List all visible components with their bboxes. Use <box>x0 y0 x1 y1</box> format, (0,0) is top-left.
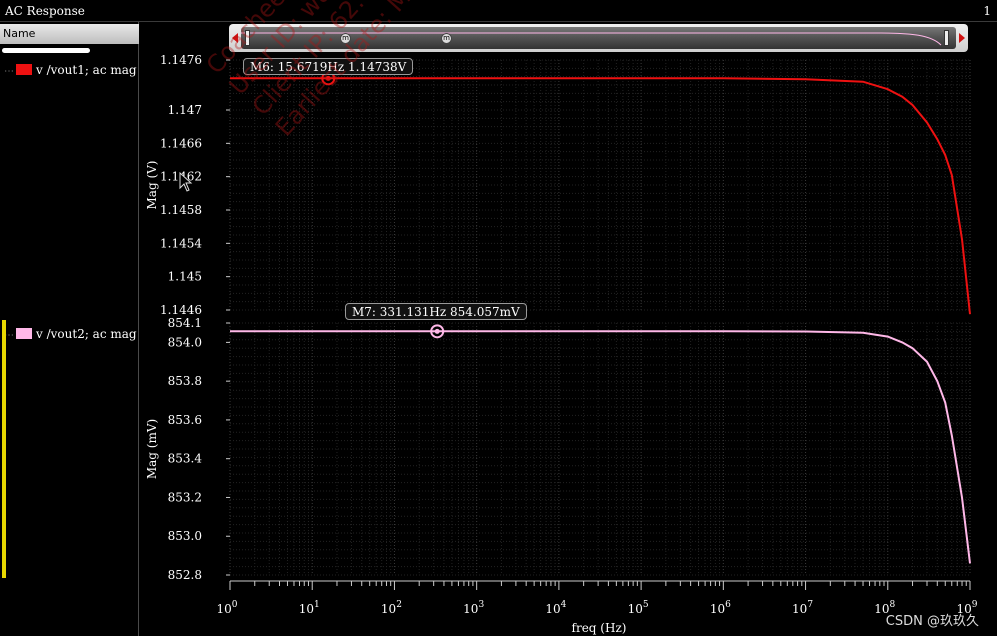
series-line <box>230 77 971 315</box>
y-tick-label: 853.6 <box>168 413 202 427</box>
series-line <box>230 330 971 564</box>
y-tick-label: 1.1466 <box>160 136 202 150</box>
y-tick-label: 853.8 <box>168 374 202 388</box>
y-tick-label: 852.8 <box>168 568 202 582</box>
y-tick-label: 1.1458 <box>160 203 202 217</box>
y-tick-label: 1.1446 <box>160 303 202 317</box>
marker-m7-dot <box>434 328 440 334</box>
marker-m6-dot <box>325 75 331 81</box>
y-tick-label: 854.0 <box>168 335 202 349</box>
x-tick-label: 101 <box>299 600 320 616</box>
x-tick-label: 105 <box>628 600 649 616</box>
marker-label-m7[interactable]: M7: 331.131Hz 854.057mV <box>345 303 527 320</box>
x-axis: 100 101 102 103 104 105 106 107 108 109freq (Hz) <box>216 580 978 635</box>
marker-label-m6[interactable]: M6: 15.6719Hz 1.14738V <box>243 58 414 75</box>
y-tick-label: 1.147 <box>168 103 202 117</box>
y-tick-label: 853.4 <box>168 452 203 466</box>
grid <box>229 322 971 576</box>
x-tick-label: 106 <box>710 600 731 616</box>
y-axis-label: Mag (mV) <box>145 419 159 479</box>
x-tick-label: 103 <box>463 600 484 616</box>
x-tick-label: 100 <box>216 600 237 616</box>
x-tick-label: 107 <box>792 600 813 616</box>
x-axis-label: freq (Hz) <box>572 621 627 635</box>
y-tick-label: 1.1454 <box>160 236 202 250</box>
csdn-watermark: CSDN @玖玖久 <box>885 614 979 629</box>
y-tick-label: 854.1 <box>168 316 202 330</box>
x-tick-label: 102 <box>381 600 402 616</box>
y-tick-label: 853.0 <box>168 529 202 543</box>
y-tick-label: 1.145 <box>168 270 202 284</box>
grid <box>229 59 971 311</box>
y-axis-label: Mag (V) <box>145 161 159 210</box>
chart-panel-1: 1.14761.1471.14661.14621.14581.14541.145… <box>145 53 971 317</box>
y-tick-label: 1.1476 <box>160 53 202 67</box>
x-tick-label: 104 <box>545 600 566 616</box>
y-tick-label: 853.2 <box>168 490 202 504</box>
chart-panel-2: 854.1 854.0 853.8 853.6 853.4 853.2 853.0 852.8… <box>145 316 971 582</box>
